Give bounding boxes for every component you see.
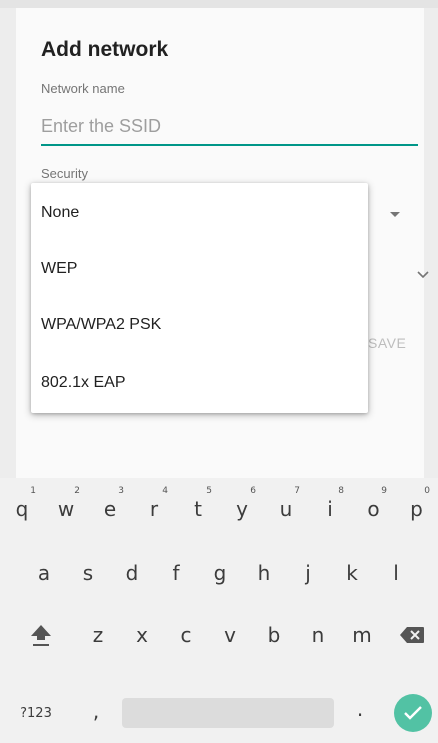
key-q[interactable]: q 1 — [0, 484, 44, 534]
key-h[interactable]: h — [242, 548, 286, 598]
security-option-none[interactable]: None — [31, 185, 368, 241]
security-dropdown-menu: None WEP WPA/WPA2 PSK 802.1x EAP — [31, 183, 368, 413]
key-label: i — [327, 497, 333, 521]
key-label: o — [367, 497, 380, 521]
dropdown-caret-icon[interactable] — [390, 212, 400, 217]
key-a[interactable]: a — [22, 548, 66, 598]
key-label: e — [103, 497, 117, 521]
key-m[interactable]: m — [340, 610, 384, 660]
key-s[interactable]: s — [66, 548, 110, 598]
security-option-wpa-psk[interactable]: WPA/WPA2 PSK — [31, 297, 368, 353]
security-option-wep[interactable]: WEP — [31, 241, 368, 297]
key-label: r — [149, 497, 159, 521]
key-label: p — [410, 497, 423, 521]
backspace-key[interactable] — [390, 610, 434, 660]
symbols-key[interactable]: ?123 — [8, 688, 64, 738]
period-key[interactable]: . — [340, 684, 380, 734]
security-label: Security — [41, 166, 88, 181]
key-b[interactable]: b — [252, 610, 296, 660]
key-r[interactable]: r 4 — [132, 484, 176, 534]
key-i[interactable]: i 8 — [308, 484, 352, 534]
security-option-eap[interactable]: 802.1x EAP — [31, 355, 368, 411]
key-hint: 1 — [30, 486, 36, 496]
key-t[interactable]: t 5 — [176, 484, 220, 534]
key-z[interactable]: z — [76, 610, 120, 660]
key-u[interactable]: u 7 — [264, 484, 308, 534]
backspace-icon — [400, 627, 424, 643]
shift-key[interactable] — [16, 610, 66, 660]
status-bar-strip — [0, 0, 438, 8]
key-x[interactable]: x — [120, 610, 164, 660]
key-j[interactable]: j — [286, 548, 330, 598]
key-n[interactable]: n — [296, 610, 340, 660]
key-f[interactable]: f — [154, 548, 198, 598]
key-hint: 8 — [338, 486, 344, 496]
key-p[interactable]: p 0 — [395, 484, 438, 534]
key-hint: 4 — [162, 486, 168, 496]
key-g[interactable]: g — [198, 548, 242, 598]
key-label: w — [57, 497, 75, 521]
key-v[interactable]: v — [208, 610, 252, 660]
checkmark-icon — [404, 706, 422, 720]
key-k[interactable]: k — [330, 548, 374, 598]
key-hint: 6 — [250, 486, 256, 496]
key-label: u — [279, 497, 293, 521]
key-hint: 3 — [118, 486, 124, 496]
key-y[interactable]: y 6 — [220, 484, 264, 534]
enter-key[interactable] — [394, 694, 432, 732]
key-hint: 7 — [294, 486, 300, 496]
save-button[interactable]: SAVE — [368, 335, 406, 351]
key-c[interactable]: c — [164, 610, 208, 660]
network-name-label: Network name — [41, 81, 125, 96]
key-hint: 9 — [381, 486, 387, 496]
key-e[interactable]: e 3 — [88, 484, 132, 534]
key-label: t — [194, 497, 202, 521]
ssid-input[interactable] — [41, 112, 418, 146]
key-label: y — [236, 497, 248, 521]
dialog-title: Add network — [41, 38, 169, 61]
shift-arrow-icon — [31, 625, 51, 646]
key-hint: 0 — [424, 486, 430, 496]
key-o[interactable]: o 9 — [352, 484, 395, 534]
comma-key[interactable]: , — [76, 686, 116, 736]
chevron-down-icon[interactable] — [416, 270, 430, 280]
key-l[interactable]: l — [374, 548, 418, 598]
soft-keyboard: q 1 w 2 e 3 r 4 t 5 y 6 u 7 i 8 o 9 p 0 … — [0, 478, 438, 743]
key-label: q — [15, 497, 29, 521]
key-hint: 5 — [206, 486, 212, 496]
key-d[interactable]: d — [110, 548, 154, 598]
key-hint: 2 — [74, 486, 80, 496]
space-bar[interactable] — [122, 698, 334, 728]
key-w[interactable]: w 2 — [44, 484, 88, 534]
